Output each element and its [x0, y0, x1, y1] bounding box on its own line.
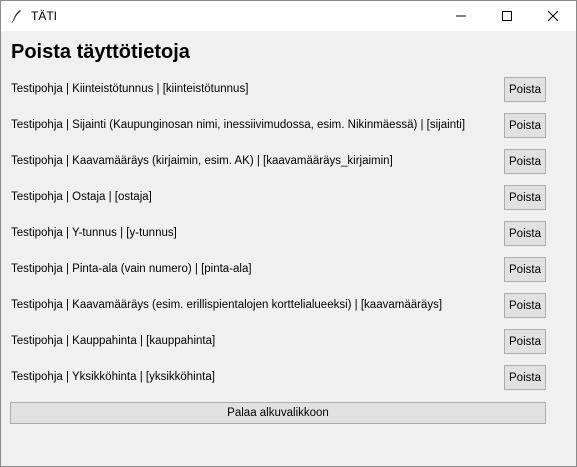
page-title: Poista täyttötietoja — [11, 41, 190, 63]
row-label: Testipohja | Y-tunnus | [y-tunnus] — [11, 227, 177, 239]
list-item: Testipohja | Y-tunnus | [y-tunnus] Poist… — [1, 221, 576, 249]
list-item: Testipohja | Sijainti (Kaupunginosan nim… — [1, 113, 576, 141]
delete-button[interactable]: Poista — [504, 293, 546, 318]
delete-button[interactable]: Poista — [504, 257, 546, 282]
back-to-main-menu-button[interactable]: Palaa alkuvalikkoon — [10, 402, 546, 424]
delete-button[interactable]: Poista — [504, 365, 546, 390]
minimize-button[interactable] — [438, 1, 484, 31]
delete-button[interactable]: Poista — [504, 329, 546, 354]
row-label: Testipohja | Kiinteistötunnus | [kiintei… — [11, 83, 249, 95]
row-label: Testipohja | Ostaja | [ostaja] — [11, 191, 152, 203]
delete-button[interactable]: Poista — [504, 221, 546, 246]
row-label: Testipohja | Kaavamääräys (esim. erillis… — [11, 299, 443, 311]
row-label: Testipohja | Kaavamääräys (kirjaimin, es… — [11, 155, 393, 167]
row-label: Testipohja | Sijainti (Kaupunginosan nim… — [11, 119, 466, 131]
app-window: TÄTI Poista täyttötietoja Testipohja | K… — [0, 0, 577, 467]
list-item: Testipohja | Ostaja | [ostaja] Poista — [1, 185, 576, 213]
row-label: Testipohja | Yksikköhinta | [yksikköhint… — [11, 371, 215, 383]
list-item: Testipohja | Kaavamääräys (kirjaimin, es… — [1, 149, 576, 177]
delete-button[interactable]: Poista — [504, 185, 546, 210]
list-item: Testipohja | Kauppahinta | [kauppahinta]… — [1, 329, 576, 357]
feather-icon — [10, 9, 24, 23]
row-label: Testipohja | Pinta-ala (vain numero) | [… — [11, 263, 252, 275]
delete-button[interactable]: Poista — [504, 149, 546, 174]
close-button[interactable] — [530, 1, 576, 31]
list-item: Testipohja | Kaavamääräys (esim. erillis… — [1, 293, 576, 321]
minimize-icon — [456, 15, 466, 17]
list-item: Testipohja | Kiinteistötunnus | [kiintei… — [1, 77, 576, 105]
list-item: Testipohja | Pinta-ala (vain numero) | [… — [1, 257, 576, 285]
delete-button[interactable]: Poista — [504, 77, 546, 102]
window-title: TÄTI — [31, 9, 57, 23]
delete-button[interactable]: Poista — [504, 113, 546, 138]
maximize-icon — [502, 11, 512, 21]
row-label: Testipohja | Kauppahinta | [kauppahinta] — [11, 335, 216, 347]
maximize-button[interactable] — [484, 1, 530, 31]
close-icon — [548, 11, 558, 21]
list-item: Testipohja | Yksikköhinta | [yksikköhint… — [1, 365, 576, 393]
title-bar[interactable]: TÄTI — [1, 1, 576, 31]
